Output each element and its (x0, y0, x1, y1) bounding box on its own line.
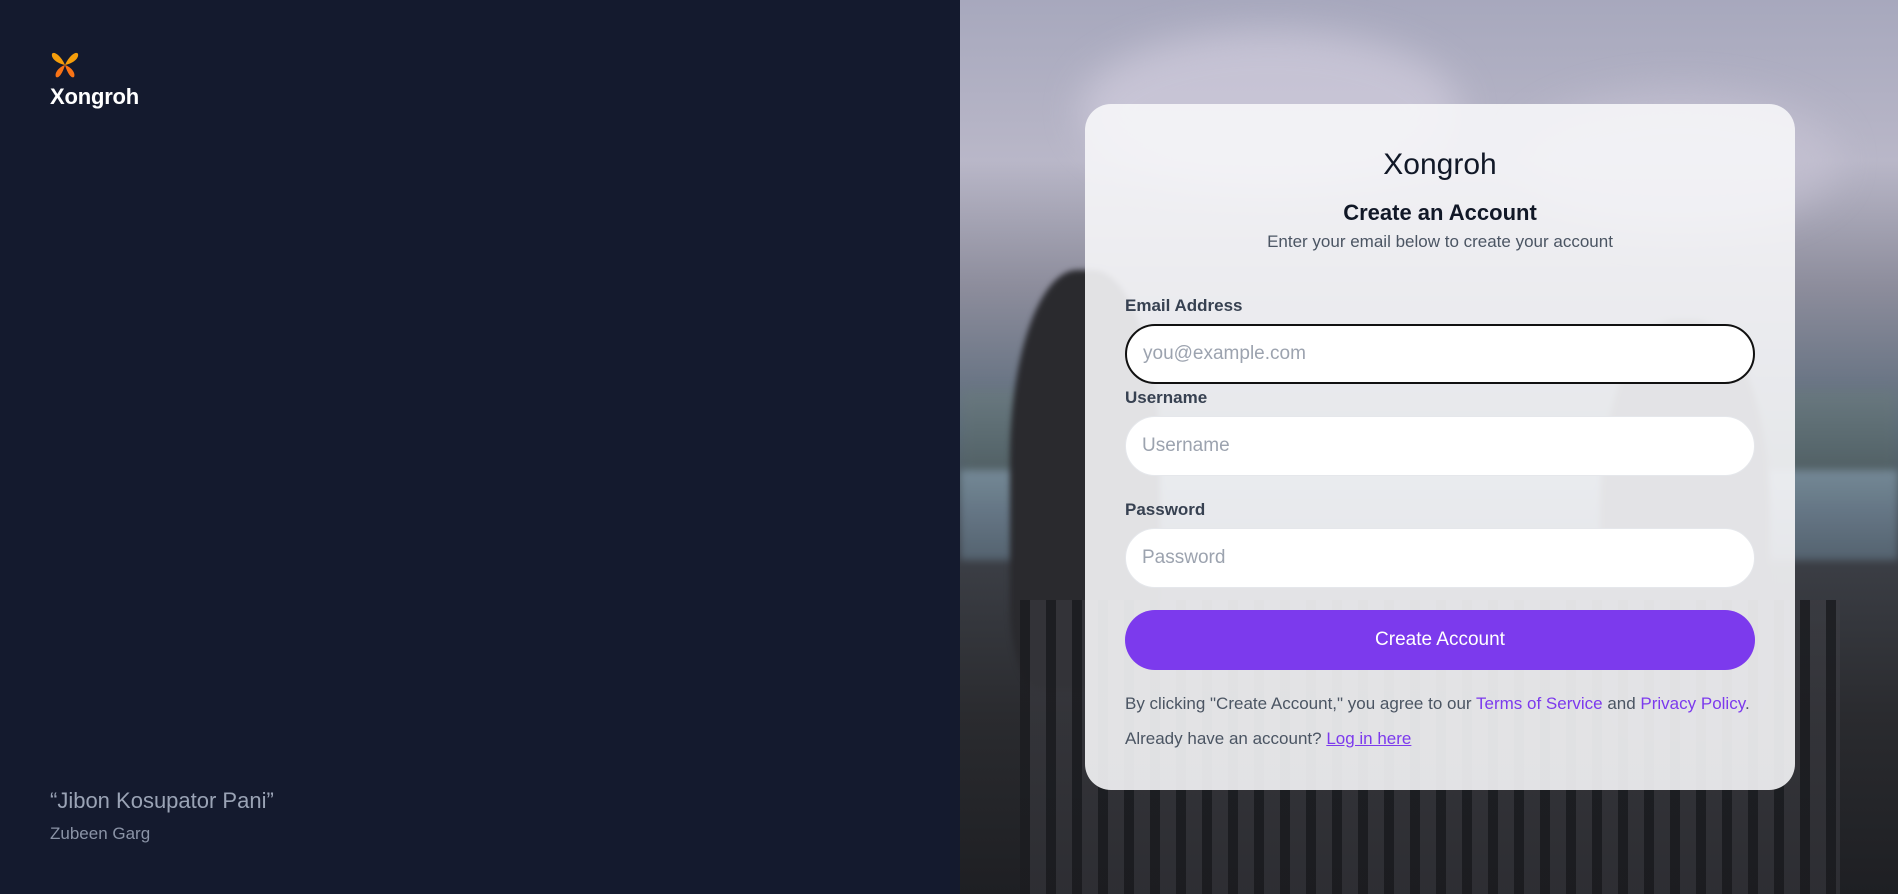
legal-and: and (1602, 694, 1641, 713)
username-field[interactable] (1125, 416, 1755, 476)
privacy-policy-link[interactable]: Privacy Policy (1640, 694, 1745, 713)
left-panel: Xongroh “Jibon Kosupator Pani” Zubeen Ga… (0, 0, 960, 894)
legal-prefix: By clicking "Create Account," you agree … (1125, 694, 1476, 713)
brand-name: Xongroh (50, 84, 140, 109)
signup-card: Xongroh Create an Account Enter your ema… (1085, 104, 1795, 790)
create-account-button[interactable]: Create Account (1125, 610, 1755, 670)
login-prompt: Already have an account? Log in here (1125, 729, 1411, 749)
legal-suffix: . (1744, 694, 1750, 713)
quote-author: Zubeen Garg (50, 824, 151, 843)
butterfly-icon (51, 52, 79, 78)
login-link[interactable]: Log in here (1326, 729, 1411, 748)
terms-of-service-link[interactable]: Terms of Service (1476, 694, 1603, 713)
password-label: Password (1125, 500, 1206, 519)
quote: “Jibon Kosupator Pani” Zubeen Garg (50, 788, 274, 844)
email-label: Email Address (1125, 296, 1243, 315)
username-label: Username (1125, 388, 1208, 407)
email-field[interactable] (1125, 324, 1755, 384)
quote-text: “Jibon Kosupator Pani” (50, 788, 274, 813)
login-prompt-text: Already have an account? (1125, 729, 1327, 748)
card-subtitle: Create an Account (1343, 200, 1537, 225)
card-title: Xongroh (1383, 148, 1497, 181)
password-field[interactable] (1125, 528, 1755, 588)
legal-notice: By clicking "Create Account," you agree … (1125, 694, 1775, 714)
card-description: Enter your email below to create your ac… (1267, 232, 1613, 251)
brand[interactable]: Xongroh (50, 50, 139, 110)
